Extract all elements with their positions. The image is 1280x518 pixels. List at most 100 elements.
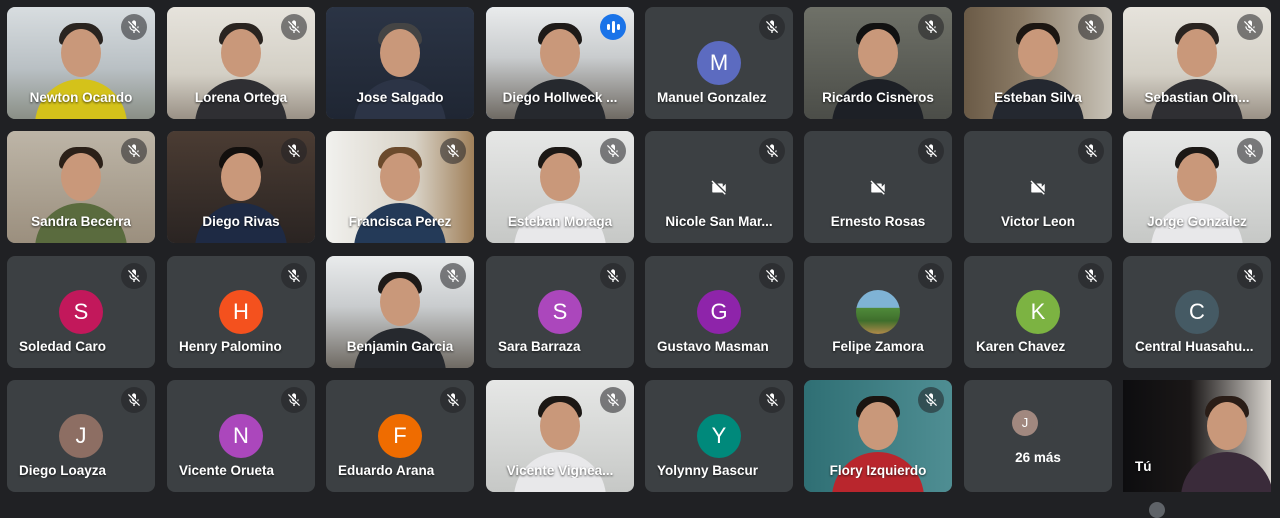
- participant-tile[interactable]: F Eduardo Arana: [326, 380, 474, 492]
- participant-tile[interactable]: Y Yolynny Bascur: [645, 380, 793, 492]
- participant-name: Newton Ocando: [29, 90, 133, 105]
- speaking-indicator-icon: [600, 14, 626, 40]
- mic-off-icon: [759, 14, 785, 40]
- mic-off-icon: [1237, 138, 1263, 164]
- participant-avatar: C: [1175, 290, 1219, 334]
- participant-video: [1123, 380, 1271, 492]
- mic-off-icon: [281, 263, 307, 289]
- mic-off-icon: [121, 138, 147, 164]
- participant-avatar: H: [219, 290, 263, 334]
- participant-tile[interactable]: Newton Ocando: [7, 7, 155, 119]
- participant-tile[interactable]: Nicole San Mar...: [645, 131, 793, 243]
- participant-name: Felipe Zamora: [832, 339, 924, 354]
- participant-name: Eduardo Arana: [338, 463, 435, 478]
- mic-off-icon: [600, 138, 626, 164]
- participant-tile[interactable]: J Diego Loayza: [7, 380, 155, 492]
- mic-off-icon: [1237, 263, 1263, 289]
- more-participants-tile[interactable]: J 26 más: [964, 380, 1112, 492]
- participant-tile[interactable]: Lorena Ortega: [167, 7, 315, 119]
- mic-off-icon: [281, 387, 307, 413]
- participant-grid: Newton Ocando Lorena Ortega Jose Salgado…: [0, 0, 1280, 510]
- participant-tile[interactable]: S Sara Barraza: [486, 256, 634, 368]
- participant-name: Victor Leon: [1000, 214, 1075, 229]
- participant-avatar: S: [59, 290, 103, 334]
- participant-tile[interactable]: Ricardo Cisneros: [804, 7, 952, 119]
- mic-off-icon: [121, 263, 147, 289]
- mic-off-icon: [918, 263, 944, 289]
- participant-avatar: J: [1012, 410, 1038, 436]
- participant-name: Vicente Vignea...: [506, 463, 614, 478]
- mic-off-icon: [440, 138, 466, 164]
- participant-tile[interactable]: Benjamin Garcia: [326, 256, 474, 368]
- participant-tile[interactable]: N Vicente Orueta: [167, 380, 315, 492]
- participant-name: Sara Barraza: [498, 339, 581, 354]
- participant-name: Tú: [1135, 459, 1152, 474]
- participant-avatar: Y: [697, 414, 741, 458]
- participant-tile[interactable]: Ernesto Rosas: [804, 131, 952, 243]
- participant-tile[interactable]: Francisca Perez: [326, 131, 474, 243]
- participant-tile[interactable]: K Karen Chavez: [964, 256, 1112, 368]
- participant-avatar: S: [538, 290, 582, 334]
- participant-name: Diego Rivas: [202, 214, 280, 229]
- participant-tile[interactable]: Jose Salgado: [326, 7, 474, 119]
- mic-off-icon: [121, 387, 147, 413]
- participant-name: Soledad Caro: [19, 339, 107, 354]
- participant-tile[interactable]: Sandra Becerra: [7, 131, 155, 243]
- participant-name: Diego Hollweck ...: [502, 90, 618, 105]
- mic-off-icon: [1078, 138, 1104, 164]
- participant-tile[interactable]: M Manuel Gonzalez: [645, 7, 793, 119]
- more-participants-count: 26 más: [1015, 450, 1061, 465]
- mic-off-icon: [759, 138, 785, 164]
- participant-avatar: J: [59, 414, 103, 458]
- participant-tile[interactable]: Esteban Moraga: [486, 131, 634, 243]
- mic-off-icon: [1078, 14, 1104, 40]
- participant-name: Gustavo Masman: [657, 339, 769, 354]
- participant-avatar: M: [697, 41, 741, 85]
- participant-name: Vicente Orueta: [179, 463, 275, 478]
- participant-name: Manuel Gonzalez: [657, 90, 767, 105]
- mic-off-icon: [759, 263, 785, 289]
- participant-name: Ricardo Cisneros: [822, 90, 934, 105]
- participant-name: Ernesto Rosas: [830, 214, 926, 229]
- participant-name: Jose Salgado: [356, 90, 444, 105]
- participant-name: Lorena Ortega: [194, 90, 288, 105]
- participant-tile[interactable]: Flory Izquierdo: [804, 380, 952, 492]
- participant-tile[interactable]: Diego Hollweck ...: [486, 7, 634, 119]
- participant-name: Benjamin Garcia: [346, 339, 454, 354]
- scroll-indicator[interactable]: [1149, 502, 1165, 518]
- participant-tile[interactable]: G Gustavo Masman: [645, 256, 793, 368]
- participant-name: Flory Izquierdo: [829, 463, 927, 478]
- participant-name: Nicole San Mar...: [665, 214, 773, 229]
- mic-off-icon: [918, 138, 944, 164]
- participant-tile[interactable]: Vicente Vignea...: [486, 380, 634, 492]
- participant-tile[interactable]: H Henry Palomino: [167, 256, 315, 368]
- participant-name: Esteban Moraga: [507, 214, 613, 229]
- participant-name: Sandra Becerra: [31, 214, 131, 229]
- participant-tile[interactable]: Jorge Gonzalez: [1123, 131, 1271, 243]
- participant-tile[interactable]: Victor Leon: [964, 131, 1112, 243]
- participant-tile[interactable]: Felipe Zamora: [804, 256, 952, 368]
- mic-off-icon: [600, 387, 626, 413]
- participant-tile[interactable]: Diego Rivas: [167, 131, 315, 243]
- mic-off-icon: [121, 14, 147, 40]
- participant-avatar: K: [1016, 290, 1060, 334]
- mic-off-icon: [1237, 14, 1263, 40]
- participant-name: Jorge Gonzalez: [1147, 214, 1247, 229]
- participant-name: Karen Chavez: [976, 339, 1066, 354]
- self-view-tile[interactable]: Tú: [1123, 380, 1271, 492]
- participant-tile[interactable]: Esteban Silva: [964, 7, 1112, 119]
- mic-off-icon: [918, 387, 944, 413]
- participant-avatar: G: [697, 290, 741, 334]
- mic-off-icon: [1078, 263, 1104, 289]
- participant-tile[interactable]: C Central Huasahu...: [1123, 256, 1271, 368]
- mic-off-icon: [281, 138, 307, 164]
- participant-avatar: N: [219, 414, 263, 458]
- participant-profile-photo: [856, 290, 900, 334]
- participant-name: Esteban Silva: [994, 90, 1082, 105]
- mic-off-icon: [440, 263, 466, 289]
- participant-name: Yolynny Bascur: [657, 463, 759, 478]
- participant-tile[interactable]: Sebastian Olm...: [1123, 7, 1271, 119]
- participant-name: Sebastian Olm...: [1144, 90, 1250, 105]
- participant-name: Henry Palomino: [179, 339, 282, 354]
- participant-tile[interactable]: S Soledad Caro: [7, 256, 155, 368]
